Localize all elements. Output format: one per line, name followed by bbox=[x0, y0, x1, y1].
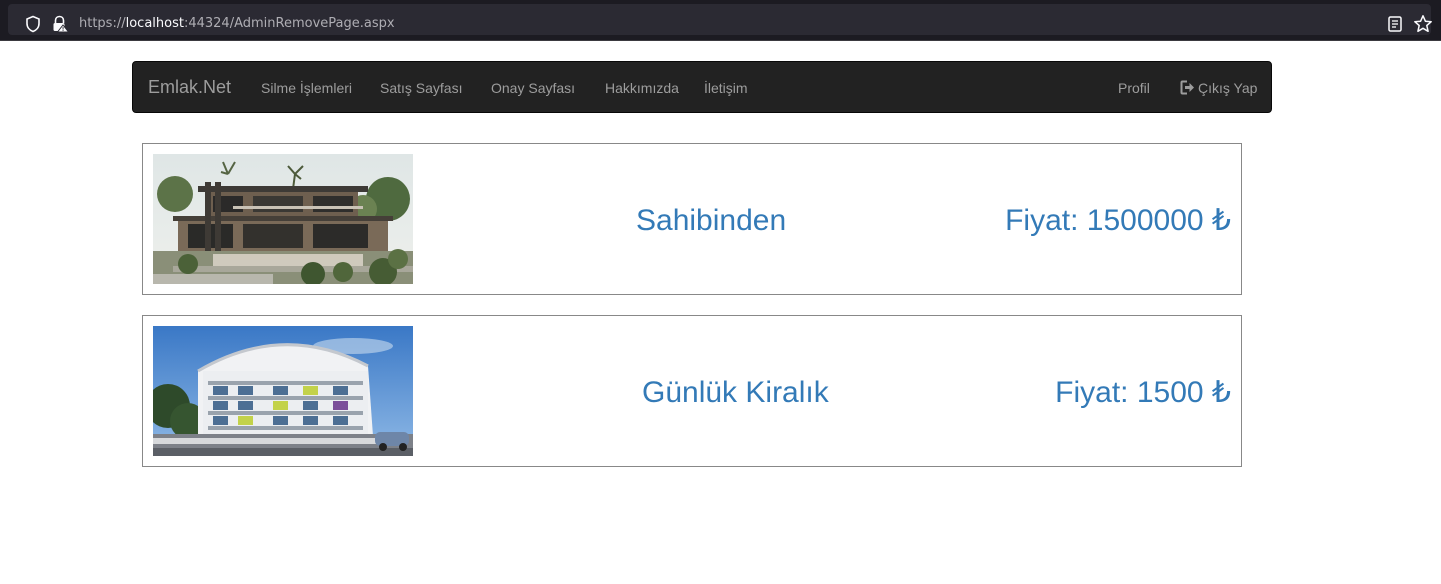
main-navbar: Emlak.Net Silme İşlemleri Satış Sayfası … bbox=[132, 61, 1272, 113]
listing-price: Fiyat: 1500 ₺ bbox=[1055, 376, 1231, 409]
logout-icon[interactable] bbox=[1180, 80, 1195, 95]
nav-link-satis-sayfasi[interactable]: Satış Sayfası bbox=[380, 80, 462, 96]
listing-price: Fiyat: 1500000 ₺ bbox=[1005, 204, 1231, 237]
reader-view-icon[interactable] bbox=[1387, 15, 1403, 33]
nav-link-hakkimizda[interactable]: Hakkımızda bbox=[605, 80, 679, 96]
listing-title[interactable]: Sahibinden bbox=[636, 206, 786, 236]
shield-icon[interactable] bbox=[24, 15, 42, 33]
nav-link-silme-islemleri[interactable]: Silme İşlemleri bbox=[261, 80, 352, 96]
bookmark-star-icon[interactable] bbox=[1413, 14, 1433, 34]
listing-title[interactable]: Günlük Kiralık bbox=[642, 378, 829, 408]
nav-link-profil[interactable]: Profil bbox=[1118, 80, 1150, 96]
url-host: localhost bbox=[125, 16, 184, 31]
villa-photo[interactable] bbox=[153, 154, 413, 284]
apartment-building-photo[interactable] bbox=[153, 326, 413, 456]
navbar-brand[interactable]: Emlak.Net bbox=[148, 77, 231, 98]
url-text[interactable]: https://localhost:44324/AdminRemovePage.… bbox=[79, 16, 395, 31]
lock-warning-icon[interactable] bbox=[51, 15, 69, 33]
nav-link-iletisim[interactable]: İletişim bbox=[704, 80, 748, 96]
listing-card[interactable]: Sahibinden Fiyat: 1500000 ₺ bbox=[142, 143, 1242, 295]
browser-toolbar: https://localhost:44324/AdminRemovePage.… bbox=[0, 0, 1441, 41]
nav-link-onay-sayfasi[interactable]: Onay Sayfası bbox=[491, 80, 575, 96]
url-protocol: https:// bbox=[79, 16, 126, 31]
nav-link-cikis-yap[interactable]: Çıkış Yap bbox=[1198, 80, 1257, 96]
address-bar[interactable]: https://localhost:44324/AdminRemovePage.… bbox=[8, 4, 1433, 35]
url-path: :44324/AdminRemovePage.aspx bbox=[183, 16, 395, 31]
listing-card[interactable]: Günlük Kiralık Fiyat: 1500 ₺ bbox=[142, 315, 1242, 467]
